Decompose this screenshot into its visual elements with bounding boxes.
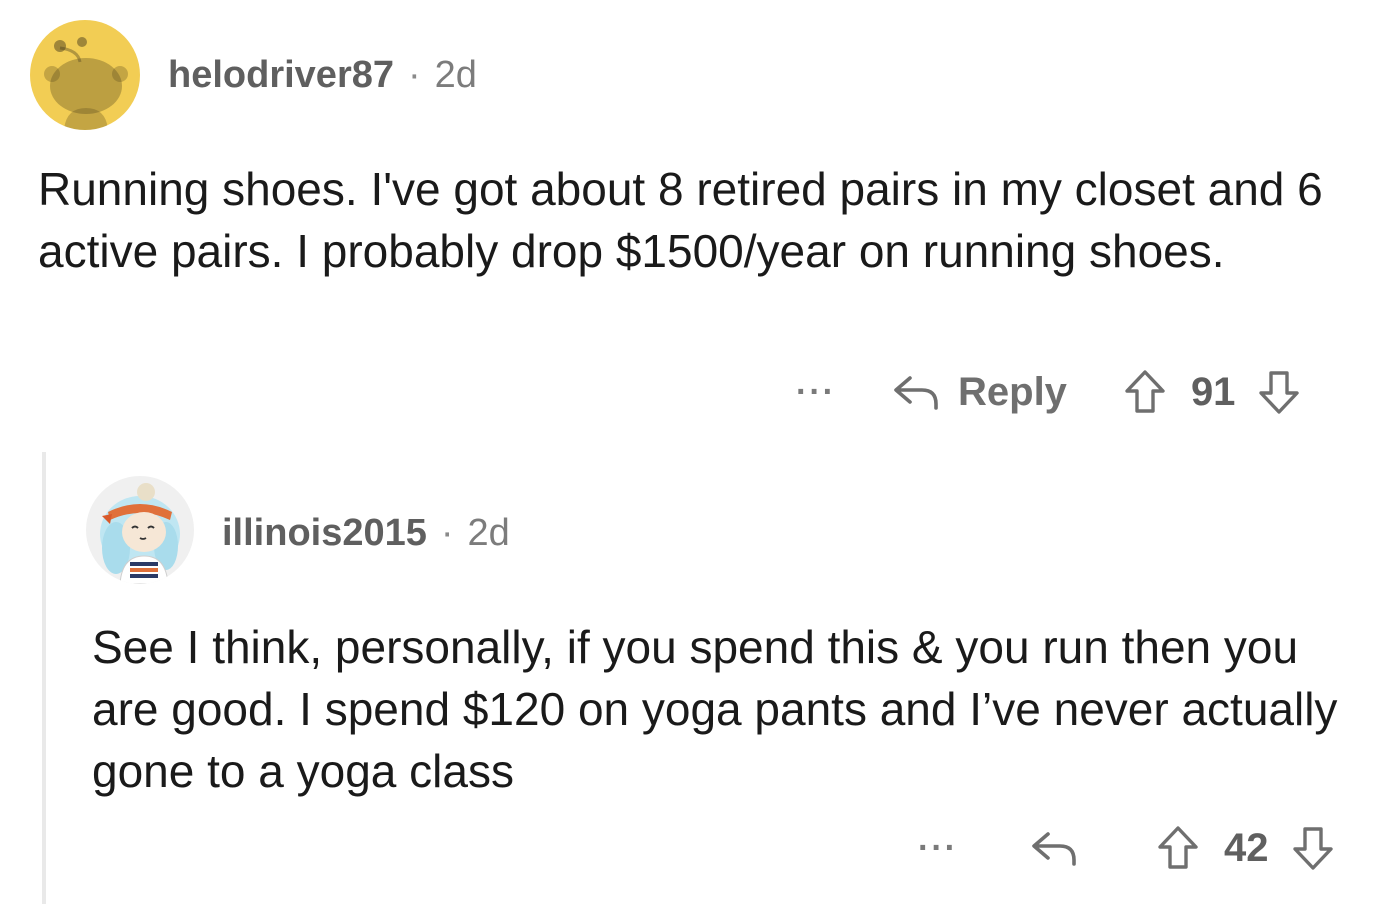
upvote-arrow-icon <box>1158 826 1198 869</box>
more-options-button[interactable]: ··· <box>786 372 846 412</box>
snoo-avatar-icon[interactable] <box>30 20 140 130</box>
comment-meta: helodriver87 · 2d <box>168 52 477 98</box>
vote-score: 42 <box>1224 825 1269 870</box>
comment-meta: illinois2015 · 2d <box>222 510 510 556</box>
comment-age: 2d <box>467 512 510 554</box>
downvote-arrow-icon <box>1292 827 1333 870</box>
more-options-button[interactable]: ··· <box>908 828 968 868</box>
username-link[interactable]: helodriver87 <box>168 54 394 96</box>
vote-score: 91 <box>1190 369 1236 414</box>
comment-age: 2d <box>434 54 477 96</box>
downvote-button[interactable] <box>1291 825 1335 871</box>
comment-actions: ··· 42 <box>908 818 1335 878</box>
reply-label: Reply <box>958 369 1067 414</box>
username-link[interactable]: illinois2015 <box>222 512 427 554</box>
downvote-button[interactable] <box>1257 369 1301 415</box>
thread-collapse-line[interactable] <box>42 452 46 904</box>
comment-body: Running shoes. I've got about 8 retired … <box>38 163 1323 277</box>
comment-body: See I think, personally, if you spend th… <box>92 621 1338 797</box>
meta-separator: · <box>440 512 454 554</box>
upvote-button[interactable] <box>1123 369 1167 415</box>
comment-actions: ··· Reply 91 <box>786 362 1301 422</box>
reply-button[interactable] <box>1030 828 1096 868</box>
character-avatar-icon[interactable] <box>86 476 194 584</box>
downvote-arrow-icon <box>1259 371 1300 414</box>
meta-separator: · <box>408 54 421 96</box>
upvote-button[interactable] <box>1156 825 1200 871</box>
reply-button[interactable]: Reply <box>892 370 1067 415</box>
upvote-arrow-icon <box>1125 370 1165 413</box>
reply-arrow-icon <box>894 376 938 410</box>
reply-arrow-icon <box>1032 832 1076 866</box>
